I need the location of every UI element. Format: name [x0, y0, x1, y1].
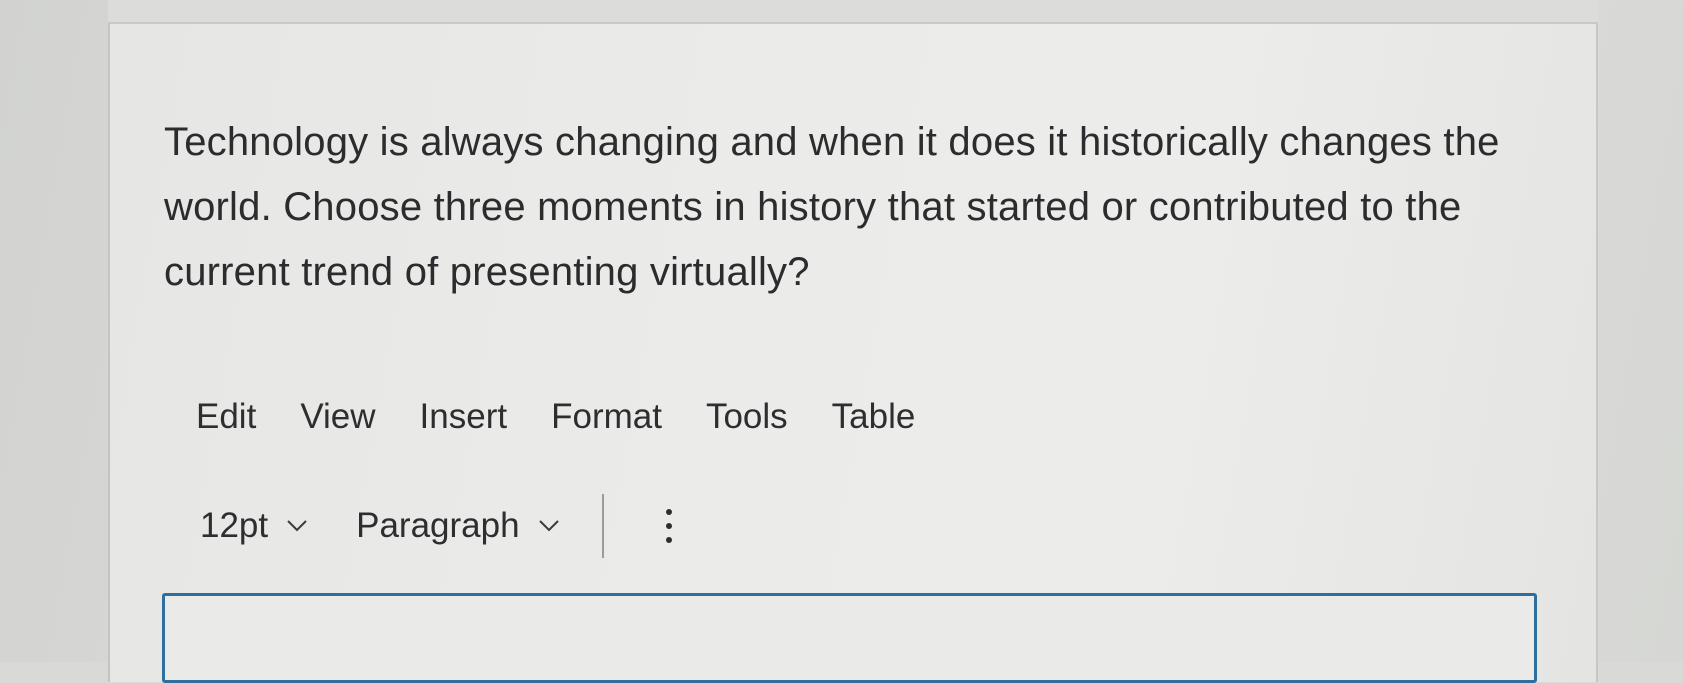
block-format-value: Paragraph [356, 506, 520, 545]
font-size-select[interactable]: 12pt [200, 506, 308, 546]
rich-text-editor[interactable] [162, 593, 1537, 683]
menu-table[interactable]: Table [832, 397, 916, 437]
vertical-ellipsis-icon[interactable] [664, 509, 674, 543]
menu-tools[interactable]: Tools [706, 397, 788, 437]
editor-toolbar: 12pt Paragraph [200, 494, 674, 558]
toolbar-divider [601, 494, 604, 558]
menu-insert[interactable]: Insert [420, 397, 508, 437]
block-format-select[interactable]: Paragraph [356, 506, 559, 546]
editor-menubar: Edit View Insert Format Tools Table [196, 392, 959, 442]
menu-format[interactable]: Format [551, 397, 662, 437]
previous-question-area [108, 0, 1598, 22]
chevron-down-icon [538, 520, 559, 532]
menu-edit[interactable]: Edit [196, 397, 256, 437]
chevron-down-icon [287, 520, 307, 532]
menu-view[interactable]: View [300, 397, 375, 437]
question-text: Technology is always changing and when i… [164, 120, 1500, 294]
font-size-value: 12pt [200, 506, 269, 545]
